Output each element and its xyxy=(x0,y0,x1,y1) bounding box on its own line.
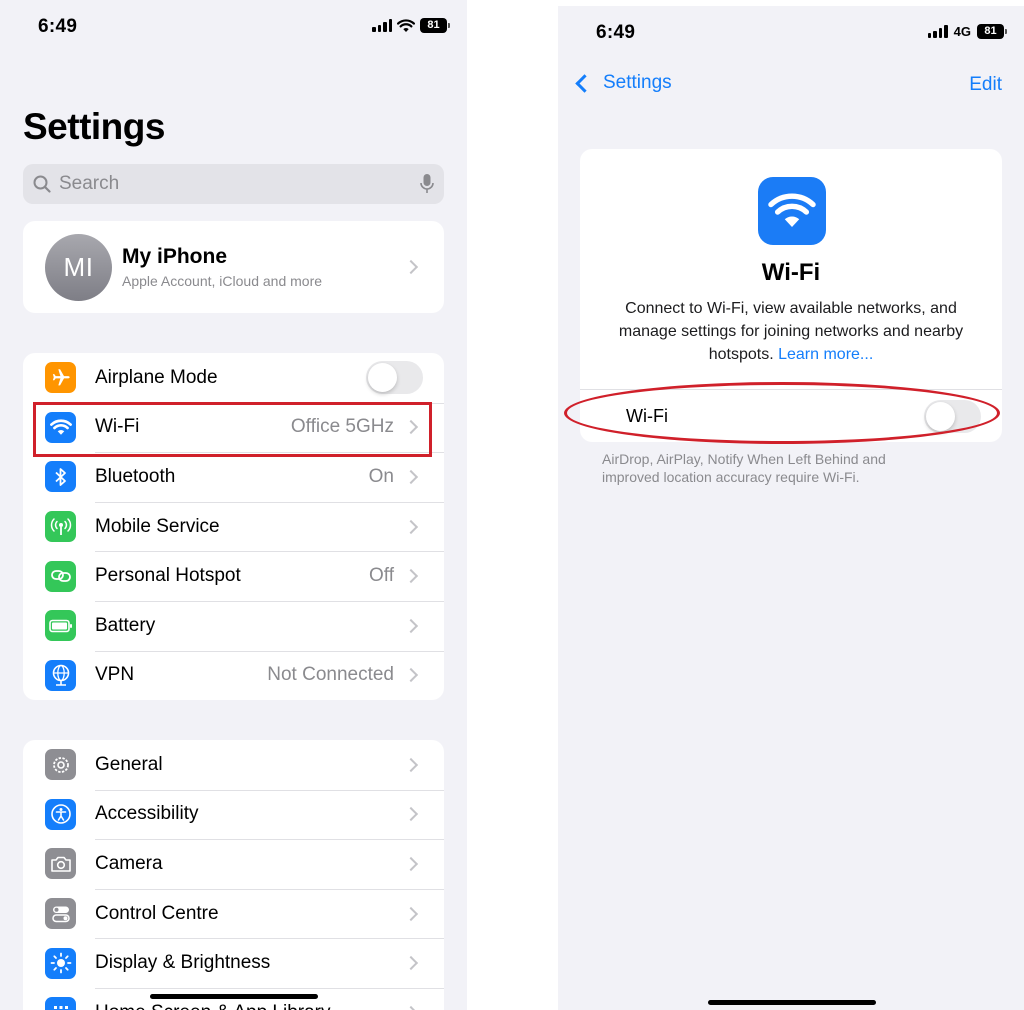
back-button[interactable]: Settings xyxy=(572,72,672,94)
wifi-description: Connect to Wi-Fi, view available network… xyxy=(598,297,984,366)
settings-row-label: Camera xyxy=(95,852,163,874)
page-title: Settings xyxy=(23,106,165,147)
settings-row-display-brightness[interactable]: Display & Brightness xyxy=(23,938,444,988)
edit-button[interactable]: Edit xyxy=(969,74,1002,96)
home-indicator[interactable] xyxy=(150,994,318,999)
signal-icon xyxy=(927,25,948,38)
wifi-icon xyxy=(758,177,826,245)
profile-name: My iPhone xyxy=(122,245,228,268)
airplane-mode-toggle[interactable] xyxy=(366,361,423,395)
settings-row-general[interactable]: General xyxy=(23,740,444,790)
chevron-right-icon xyxy=(403,906,419,921)
microphone-icon[interactable] xyxy=(420,173,434,195)
airplane-icon xyxy=(45,362,76,394)
chevron-right-icon xyxy=(403,519,419,534)
settings-row-label: Bluetooth xyxy=(95,465,176,487)
status-time: 6:49 xyxy=(38,16,78,37)
wifi-highlight-annotation xyxy=(33,402,432,457)
settings-row-label: General xyxy=(95,753,163,775)
settings-row-vpn[interactable]: VPN Not Connected xyxy=(23,650,444,701)
wifi-settings-screen: 6:49 4G 81 Settings Edit Wi-Fi Connect t… xyxy=(558,6,1024,1010)
chevron-right-icon xyxy=(403,618,419,633)
settings-row-label: Home Screen & App Library xyxy=(95,1002,394,1010)
settings-row-label: Accessibility xyxy=(95,803,199,825)
settings-row-label: Display & Brightness xyxy=(95,952,271,974)
battery-indicator: 81 xyxy=(420,18,450,33)
settings-row-bluetooth[interactable]: Bluetooth On xyxy=(23,452,444,502)
search-placeholder: Search xyxy=(59,173,120,194)
chevron-right-icon xyxy=(403,757,419,772)
grid-icon xyxy=(45,997,76,1010)
wifi-title: Wi-Fi xyxy=(761,259,821,286)
chevron-left-icon xyxy=(575,73,594,93)
hotspot-icon xyxy=(45,560,76,592)
profile-subtitle: Apple Account, iCloud and more xyxy=(122,273,323,289)
chevron-right-icon xyxy=(403,668,419,683)
settings-row-label: Airplane Mode xyxy=(95,366,218,388)
battery-indicator: 81 xyxy=(977,24,1007,39)
learn-more-link[interactable]: Learn more... xyxy=(778,346,873,363)
home-indicator[interactable] xyxy=(708,1000,876,1005)
status-time: 6:49 xyxy=(596,22,636,43)
settings-row-label: Mobile Service xyxy=(95,515,220,537)
settings-row-battery[interactable]: Battery xyxy=(23,600,444,651)
sun-icon xyxy=(45,947,76,979)
settings-row-label: VPN xyxy=(95,664,135,686)
settings-row-value: On xyxy=(368,465,394,487)
camera-icon xyxy=(45,848,76,880)
settings-row-value: Not Connected xyxy=(267,664,394,686)
settings-row-personal-hotspot[interactable]: Personal Hotspot Off xyxy=(23,551,444,601)
avatar: MI xyxy=(45,233,112,301)
chevron-right-icon xyxy=(403,259,419,275)
chevron-right-icon xyxy=(403,807,419,822)
chevron-right-icon xyxy=(403,469,419,485)
chevron-right-icon xyxy=(403,569,419,584)
accessibility-icon xyxy=(45,798,76,830)
settings-row-value: Off xyxy=(369,565,394,587)
search-input[interactable]: Search xyxy=(23,164,444,204)
settings-row-mobile-service[interactable]: Mobile Service xyxy=(23,501,444,552)
antenna-icon xyxy=(45,511,76,543)
settings-row-label: Personal Hotspot xyxy=(95,565,241,587)
general-group: General Accessibility Camera Control Cen… xyxy=(23,740,444,1010)
status-bar: 6:49 81 xyxy=(0,14,467,42)
settings-row-label: Control Centre xyxy=(95,902,219,924)
back-button-label: Settings xyxy=(603,72,672,93)
network-type: 4G xyxy=(953,24,971,39)
settings-row-accessibility[interactable]: Accessibility xyxy=(23,789,444,840)
apple-account-card[interactable]: MI My iPhone Apple Account, iCloud and m… xyxy=(23,221,444,313)
settings-row-label: Battery xyxy=(95,614,156,636)
bluetooth-icon xyxy=(45,461,76,493)
switches-icon xyxy=(45,898,76,930)
settings-row-control-centre[interactable]: Control Centre xyxy=(23,888,444,939)
settings-screen: 6:49 81 Settings Search MI My iPhone App… xyxy=(0,0,467,1010)
wifi-footnote: AirDrop, AirPlay, Notify When Left Behin… xyxy=(602,451,886,485)
gear-icon xyxy=(45,749,76,781)
settings-row-camera[interactable]: Camera xyxy=(23,839,444,889)
status-bar: 6:49 4G 81 xyxy=(558,20,1024,48)
wifi-toggle-highlight-annotation xyxy=(564,382,1000,444)
signal-icon xyxy=(372,19,392,32)
chevron-right-icon xyxy=(403,1005,419,1010)
settings-row-airplane-mode[interactable]: Airplane Mode xyxy=(23,353,444,403)
chevron-right-icon xyxy=(403,956,419,971)
search-icon xyxy=(33,175,51,193)
globe-icon xyxy=(45,659,76,691)
chevron-right-icon xyxy=(403,856,419,872)
wifi-status-icon xyxy=(397,18,415,32)
battery-icon xyxy=(45,610,76,642)
